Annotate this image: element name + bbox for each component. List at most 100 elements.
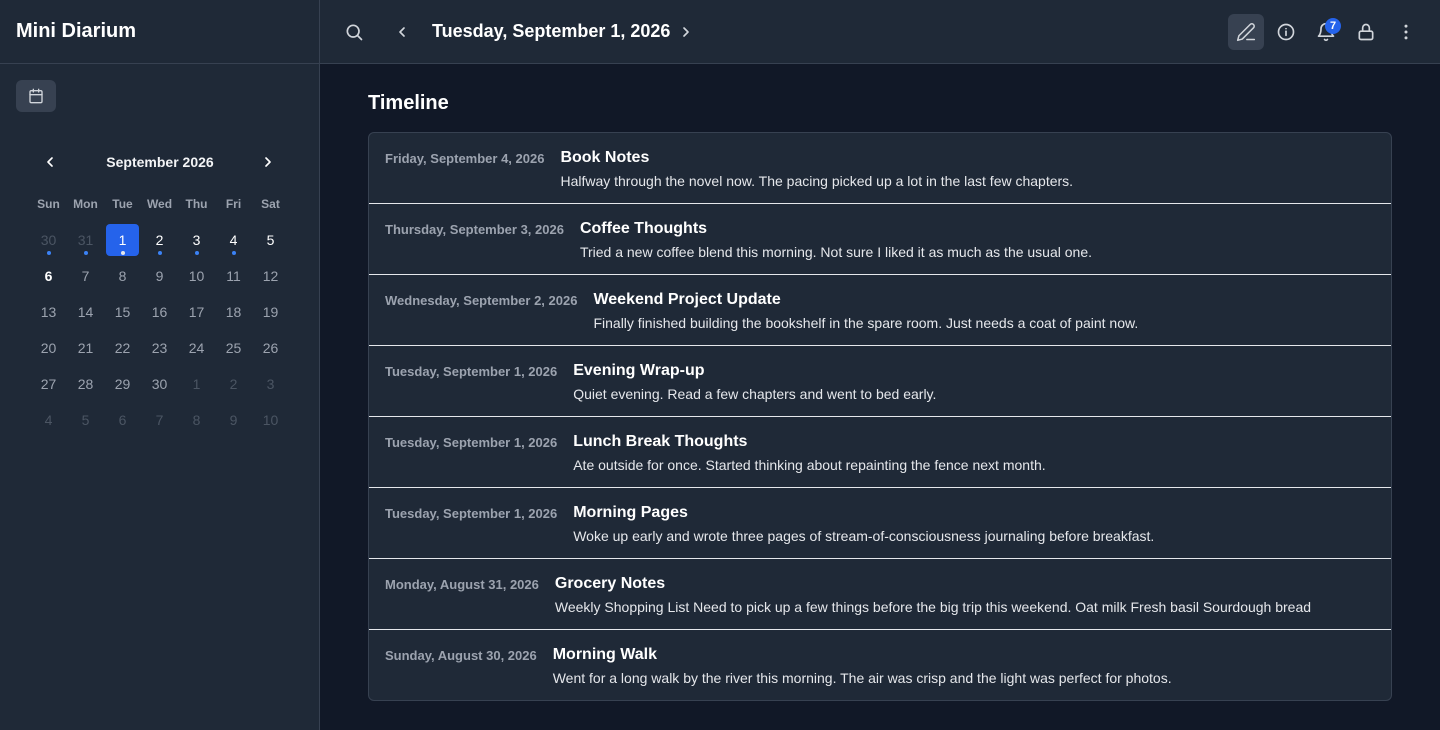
chevron-right-icon xyxy=(260,154,276,170)
calendar-day[interactable]: 4 xyxy=(215,222,252,258)
calendar-day-number: 16 xyxy=(151,304,168,320)
calendar-day[interactable]: 8 xyxy=(104,258,141,294)
calendar-day[interactable]: 30 xyxy=(30,222,67,258)
calendar-day[interactable]: 12 xyxy=(252,258,289,294)
calendar-day[interactable]: 3 xyxy=(252,366,289,402)
calendar-day-number: 9 xyxy=(229,412,238,428)
calendar-month-label: September 2026 xyxy=(106,154,214,170)
calendar-day[interactable]: 1 xyxy=(178,366,215,402)
lock-button[interactable] xyxy=(1348,14,1384,50)
calendar-day[interactable]: 19 xyxy=(252,294,289,330)
calendar-day[interactable]: 5 xyxy=(67,402,104,438)
pencil-icon xyxy=(1236,22,1256,42)
next-month-button[interactable] xyxy=(254,148,282,176)
calendar-day[interactable]: 24 xyxy=(178,330,215,366)
entry-title: Weekend Project Update xyxy=(593,291,781,308)
calendar-toggle-button[interactable] xyxy=(16,80,56,112)
search-button[interactable] xyxy=(336,14,372,50)
timeline-entry[interactable]: Tuesday, September 1, 2026 Lunch Break Th… xyxy=(369,417,1391,488)
calendar-day-number: 26 xyxy=(262,340,279,356)
prev-day-button[interactable] xyxy=(384,14,420,50)
calendar-day[interactable]: 31 xyxy=(67,222,104,258)
edit-button[interactable] xyxy=(1228,14,1264,50)
calendar-day-number: 7 xyxy=(155,412,164,428)
entry-preview: Quiet evening. Read a few chapters and w… xyxy=(573,386,937,402)
calendar-day-number: 3 xyxy=(192,232,201,248)
weekday-label: Tue xyxy=(112,197,133,211)
timeline-entry[interactable]: Monday, August 31, 2026 Grocery Notes Week… xyxy=(369,559,1391,630)
timeline-list: Friday, September 4, 2026 Book Notes Halfw… xyxy=(368,132,1392,701)
calendar-day-number: 18 xyxy=(225,304,242,320)
entry-body: Weekend Project Update Finally finished b… xyxy=(593,291,1138,345)
sidebar-header: Mini Diarium xyxy=(0,0,319,64)
calendar-day[interactable]: 20 xyxy=(30,330,67,366)
timeline-entry[interactable]: Friday, September 4, 2026 Book Notes Halfw… xyxy=(369,133,1391,204)
calendar-day-number: 30 xyxy=(40,232,57,248)
entry-title: Morning Pages xyxy=(573,504,688,521)
calendar-day[interactable]: 6 xyxy=(104,402,141,438)
calendar-day[interactable]: 10 xyxy=(178,258,215,294)
calendar-day[interactable]: 13 xyxy=(30,294,67,330)
entry-date: Wednesday, September 2, 2026 xyxy=(385,293,578,308)
calendar-day[interactable]: 1 xyxy=(104,222,141,258)
calendar-day-number: 19 xyxy=(262,304,279,320)
notifications-button[interactable]: 7 xyxy=(1308,14,1344,50)
calendar-day[interactable]: 2 xyxy=(141,222,178,258)
entry-preview: Ate outside for once. Started thinking a… xyxy=(573,457,1046,473)
calendar-day[interactable]: 10 xyxy=(252,402,289,438)
entry-preview: Weekly Shopping List Need to pick up a f… xyxy=(554,599,1312,615)
app-title: Mini Diarium xyxy=(16,20,137,42)
calendar-day-number: 14 xyxy=(77,304,94,320)
calendar-day[interactable]: 15 xyxy=(104,294,141,330)
calendar-day[interactable]: 30 xyxy=(141,366,178,402)
calendar-day[interactable]: 29 xyxy=(104,366,141,402)
timeline-heading: Timeline xyxy=(368,92,449,114)
calendar-day[interactable]: 8 xyxy=(178,402,215,438)
calendar-day[interactable]: 16 xyxy=(141,294,178,330)
current-date: Tuesday, September 1, 2026 xyxy=(432,21,671,41)
timeline-entry[interactable]: Thursday, September 3, 2026 Coffee Though… xyxy=(369,204,1391,275)
next-day-button[interactable] xyxy=(668,14,704,50)
calendar-day[interactable]: 9 xyxy=(215,402,252,438)
calendar-day[interactable]: 4 xyxy=(30,402,67,438)
calendar-day-number: 7 xyxy=(81,268,90,284)
calendar-day[interactable]: 2 xyxy=(215,366,252,402)
calendar-day[interactable]: 27 xyxy=(30,366,67,402)
calendar-day[interactable]: 17 xyxy=(178,294,215,330)
more-menu-button[interactable] xyxy=(1388,14,1424,50)
calendar-day[interactable]: 5 xyxy=(252,222,289,258)
entry-body: Lunch Break Thoughts Ate outside for once… xyxy=(573,433,1045,487)
calendar-day-number: 6 xyxy=(44,268,53,284)
calendar-day[interactable]: 9 xyxy=(141,258,178,294)
calendar-day[interactable]: 26 xyxy=(252,330,289,366)
calendar-icon xyxy=(28,88,44,104)
weekday-label: Fri xyxy=(225,197,242,211)
calendar-day[interactable]: 18 xyxy=(215,294,252,330)
calendar-day-number: 4 xyxy=(44,412,53,428)
entry-title: Book Notes xyxy=(560,149,650,166)
entry-date: Tuesday, September 1, 2026 xyxy=(385,435,558,450)
info-button[interactable] xyxy=(1268,14,1304,50)
calendar-day-number: 24 xyxy=(188,340,205,356)
calendar-day[interactable]: 25 xyxy=(215,330,252,366)
calendar-day[interactable]: 28 xyxy=(67,366,104,402)
calendar-day[interactable]: 22 xyxy=(104,330,141,366)
calendar-day[interactable]: 6 xyxy=(30,258,67,294)
notification-badge: 7 xyxy=(1325,18,1341,34)
calendar-day[interactable]: 7 xyxy=(67,258,104,294)
timeline-entry[interactable]: Wednesday, September 2, 2026 Weekend Proj… xyxy=(369,275,1391,346)
calendar-day[interactable]: 11 xyxy=(215,258,252,294)
timeline-entry[interactable]: Tuesday, September 1, 2026 Evening Wrap-u… xyxy=(369,346,1391,417)
entry-indicator-dot xyxy=(157,251,162,255)
weekday-label: Mon xyxy=(73,197,98,211)
entry-body: Grocery Notes Weekly Shopping List Need t… xyxy=(555,575,1311,629)
calendar-day[interactable]: 23 xyxy=(141,330,178,366)
entry-body: Coffee Thoughts Tried a new coffee blend … xyxy=(580,220,1092,274)
calendar-day[interactable]: 7 xyxy=(141,402,178,438)
calendar-day[interactable]: 14 xyxy=(67,294,104,330)
entry-indicator-dot xyxy=(231,251,236,255)
timeline-entry[interactable]: Sunday, August 30, 2026 Morning Walk Went … xyxy=(369,630,1391,700)
calendar-day[interactable]: 21 xyxy=(67,330,104,366)
timeline-entry[interactable]: Tuesday, September 1, 2026 Morning Pages W… xyxy=(369,488,1391,559)
calendar-day[interactable]: 3 xyxy=(178,222,215,258)
